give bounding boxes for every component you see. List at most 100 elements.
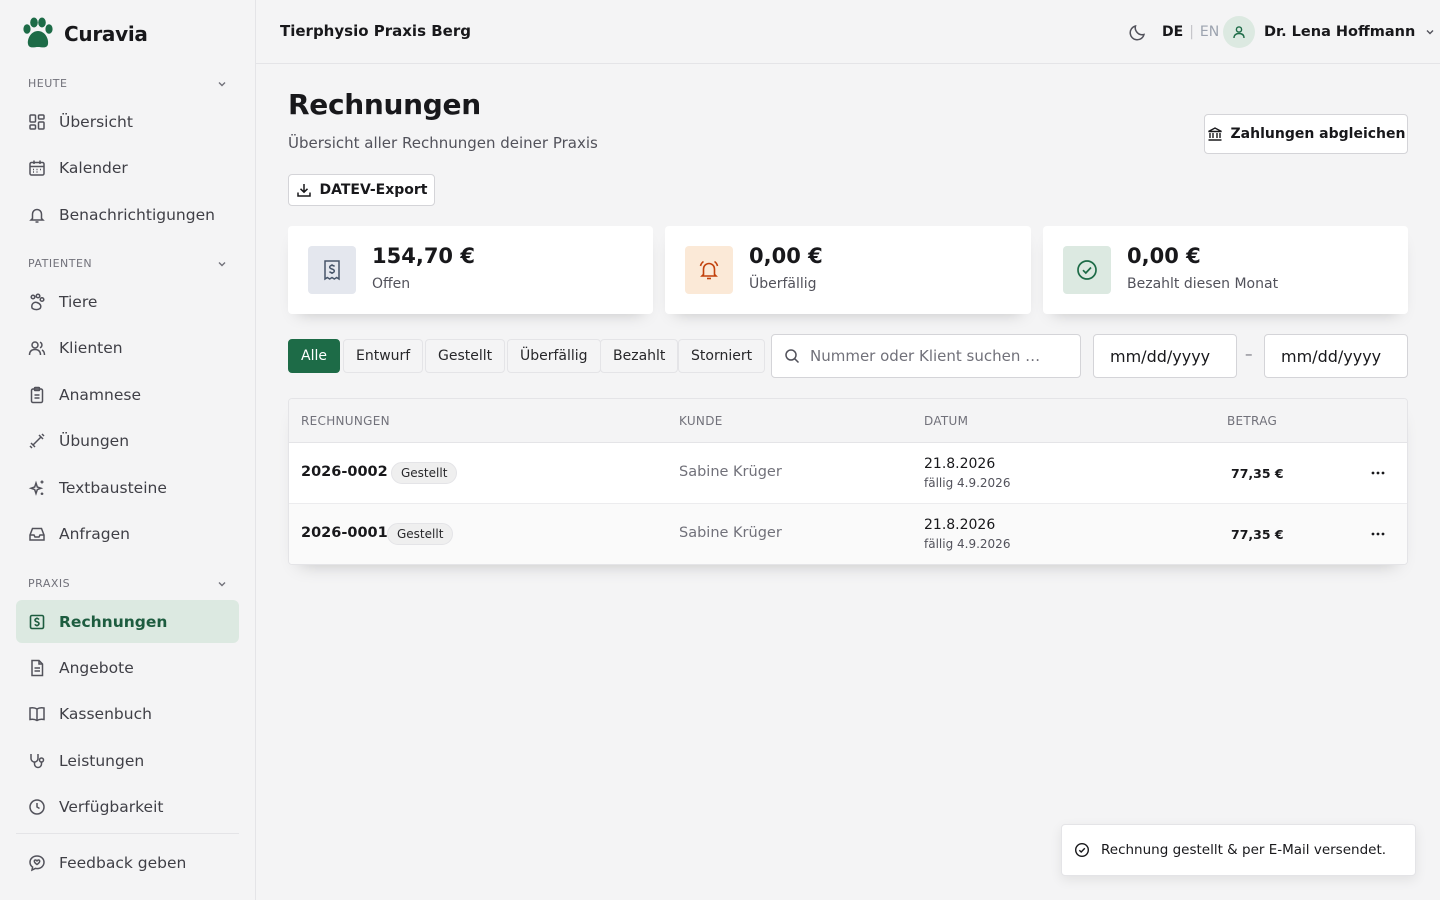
column-header-customer[interactable]: KUNDE <box>679 414 723 428</box>
due-date: fällig 4.9.2026 <box>924 476 1011 490</box>
stat-value: 0,00 € <box>1127 244 1201 268</box>
sidebar-item-angebote[interactable]: Angebote <box>16 646 239 689</box>
chevron-down-icon <box>218 81 226 86</box>
sidebar-item-label: Textbausteine <box>59 478 167 497</box>
table-row[interactable]: 2026-0002 Gestellt Sabine Krüger 21.8.20… <box>289 443 1407 504</box>
sidebar-item-label: Kalender <box>59 158 128 177</box>
date-to-input[interactable]: mm/dd/yyyy <box>1264 334 1408 378</box>
sidebar-item-label: Benachrichtigungen <box>59 205 215 224</box>
lang-de[interactable]: DE <box>1162 24 1183 40</box>
bank-icon <box>1207 127 1222 141</box>
stat-label: Offen <box>372 276 411 292</box>
table-header: RECHNUNGEN KUNDE DATUM BETRAG <box>289 399 1407 443</box>
filter-chip-gestellt[interactable]: Gestellt <box>425 339 506 373</box>
sidebar-item-anfragen[interactable]: Anfragen <box>16 512 239 555</box>
sidebar-item-leistungen[interactable]: Leistungen <box>16 739 239 782</box>
feedback-icon <box>29 854 45 871</box>
sidebar-item-kassenbuch[interactable]: Kassenbuch <box>16 692 239 735</box>
book-icon <box>29 706 45 721</box>
sidebar-item-uebungen[interactable]: Übungen <box>16 419 239 462</box>
topbar: Tierphysio Praxis Berg DE | EN Dr. Lena … <box>256 0 1440 64</box>
filter-chip-storniert[interactable]: Storniert <box>678 339 766 373</box>
stat-value: 0,00 € <box>749 244 823 268</box>
paw-logo-icon <box>23 17 53 48</box>
brand[interactable]: Curavia <box>20 16 148 52</box>
invoice-date: 21.8.2026 <box>924 456 996 472</box>
stat-card-paid: 0,00 € Bezahlt diesen Monat <box>1043 226 1408 314</box>
sidebar-item-label: Rechnungen <box>59 612 168 631</box>
chevron-down-icon <box>1426 30 1434 35</box>
sidebar-item-label: Übersicht <box>59 112 133 131</box>
toast-notification[interactable]: Rechnung gestellt & per E-Mail versendet… <box>1061 824 1416 876</box>
sidebar-item-label: Klienten <box>59 338 123 357</box>
sidebar-item-label: Anamnese <box>59 385 141 404</box>
sidebar-item-textbausteine[interactable]: Textbausteine <box>16 466 239 509</box>
table-row[interactable]: 2026-0001 Gestellt Sabine Krüger 21.8.20… <box>289 504 1407 564</box>
invoice-number[interactable]: 2026-0002 <box>301 464 388 480</box>
section-praxis[interactable]: PRAXIS <box>28 577 228 590</box>
stat-icon-box <box>1063 246 1111 294</box>
status-badge: Gestellt <box>391 462 458 484</box>
feedback-button[interactable]: Feedback geben <box>16 841 239 884</box>
lang-en[interactable]: EN <box>1200 24 1219 40</box>
stat-label: Bezahlt diesen Monat <box>1127 276 1279 292</box>
filter-chip-ueberfaellig[interactable]: Überfällig <box>507 339 601 373</box>
sidebar-item-kalender[interactable]: Kalender <box>16 146 239 189</box>
filter-chip-entwurf[interactable]: Entwurf <box>343 339 424 373</box>
sidebar-item-verfuegbarkeit[interactable]: Verfügbarkeit <box>16 785 239 828</box>
invoice-number[interactable]: 2026-0001 <box>301 525 388 541</box>
sidebar-item-tiere[interactable]: Tiere <box>16 280 239 323</box>
user-menu[interactable]: Dr. Lena Hoffmann <box>1223 16 1436 48</box>
stethoscope-icon <box>30 753 45 768</box>
column-header-date[interactable]: DATUM <box>924 414 968 428</box>
sidebar: Curavia HEUTE Übersicht Kalender Benachr… <box>0 0 256 900</box>
customer-name: Sabine Krüger <box>679 464 782 480</box>
chevron-down-icon <box>218 581 226 586</box>
document-icon <box>31 659 44 676</box>
stat-icon-box <box>685 246 733 294</box>
date-from-input[interactable]: mm/dd/yyyy <box>1093 334 1237 378</box>
clipboard-icon <box>30 386 44 403</box>
stat-icon-box <box>308 246 356 294</box>
avatar <box>1223 16 1255 48</box>
sidebar-item-klienten[interactable]: Klienten <box>16 326 239 369</box>
search-icon <box>785 349 800 364</box>
clock-icon <box>29 798 45 815</box>
section-label: HEUTE <box>28 77 68 90</box>
users-icon <box>28 340 46 355</box>
section-heute[interactable]: HEUTE <box>28 77 228 90</box>
due-date: fällig 4.9.2026 <box>924 537 1011 551</box>
sidebar-item-benachrichtigungen[interactable]: Benachrichtigungen <box>16 193 239 236</box>
filter-chip-alle[interactable]: Alle <box>288 339 340 373</box>
download-icon <box>296 184 311 197</box>
reconcile-label: Zahlungen abgleichen <box>1230 126 1406 142</box>
check-circle-icon <box>1074 842 1090 858</box>
language-switcher: DE | EN <box>1162 24 1219 40</box>
datev-export-button[interactable]: DATEV-Export <box>288 174 435 206</box>
filter-chip-bezahlt[interactable]: Bezahlt <box>600 339 679 373</box>
page-title: Rechnungen <box>288 88 481 121</box>
sidebar-item-label: Verfügbarkeit <box>59 797 164 816</box>
check-circle-icon <box>1077 260 1097 280</box>
column-header-invoices[interactable]: RECHNUNGEN <box>301 414 390 428</box>
stat-card-open: 154,70 € Offen <box>288 226 653 314</box>
page-subtitle: Übersicht aller Rechnungen deiner Praxis <box>288 134 598 152</box>
sidebar-item-anamnese[interactable]: Anamnese <box>16 373 239 416</box>
moon-icon[interactable] <box>1128 22 1148 42</box>
sidebar-item-uebersicht[interactable]: Übersicht <box>16 100 239 143</box>
invoices-table: RECHNUNGEN KUNDE DATUM BETRAG 2026-0002 … <box>288 398 1408 565</box>
calendar-icon <box>29 160 45 176</box>
more-options-icon[interactable] <box>1369 525 1387 543</box>
sidebar-item-rechnungen[interactable]: Rechnungen <box>16 600 239 643</box>
search-box <box>771 334 1081 378</box>
more-options-icon[interactable] <box>1369 464 1387 482</box>
toast-message: Rechnung gestellt & per E-Mail versendet… <box>1101 842 1387 858</box>
section-label: PATIENTEN <box>28 257 93 270</box>
search-input[interactable] <box>810 347 1060 365</box>
sidebar-item-label: Angebote <box>59 658 134 677</box>
section-patienten[interactable]: PATIENTEN <box>28 257 228 270</box>
sidebar-divider <box>16 833 239 834</box>
reconcile-payments-button[interactable]: Zahlungen abgleichen <box>1204 114 1408 154</box>
column-header-amount[interactable]: BETRAG <box>1227 414 1277 428</box>
sidebar-item-label: Tiere <box>59 292 98 311</box>
